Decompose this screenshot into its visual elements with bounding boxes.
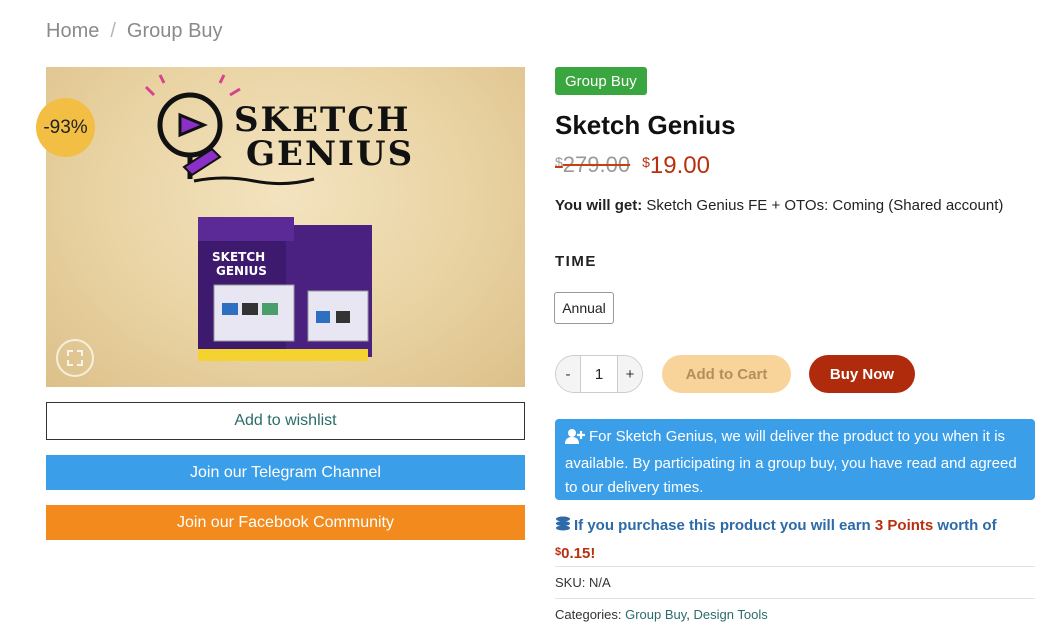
category-link-design-tools[interactable]: Design Tools	[694, 607, 768, 622]
delivery-notice: For Sketch Genius, we will deliver the p…	[555, 419, 1035, 500]
points-reward: If you purchase this product you will ea…	[555, 513, 1025, 567]
box-label-1: SKETCH	[212, 250, 265, 264]
categories: Categories: Group Buy, Design Tools	[555, 607, 1035, 622]
sale-price: $19.00	[642, 152, 710, 180]
add-to-wishlist-button[interactable]: Add to wishlist	[46, 402, 525, 440]
sale-price-currency: $	[642, 154, 650, 170]
sku-value: N/A	[588, 575, 611, 590]
user-plus-icon	[565, 428, 585, 452]
delivery-notice-text: For Sketch Genius, we will deliver the p…	[565, 428, 1017, 496]
coins-icon	[555, 515, 571, 541]
sku-label: SKU:	[555, 575, 586, 590]
old-price: $279.00	[555, 152, 630, 178]
breadcrumb-separator: /	[110, 20, 116, 42]
sale-badge: -93%	[36, 98, 95, 157]
points-middle: worth of	[937, 517, 997, 534]
quantity-increase-button[interactable]: +	[618, 356, 642, 392]
breadcrumb: Home / Group Buy	[46, 20, 223, 43]
sku: SKU: N/A	[555, 575, 1035, 590]
old-price-value: 279.00	[562, 152, 631, 177]
product-image[interactable]: SKETCH GENIUS SKETCH GENIUS	[46, 67, 525, 387]
old-price-currency: $	[555, 154, 563, 170]
breadcrumb-current-link[interactable]: Group Buy	[127, 20, 223, 42]
points-prefix: If you purchase this product you will ea…	[574, 517, 871, 534]
product-title: Sketch Genius	[555, 110, 736, 140]
points-suffix: !	[590, 545, 596, 562]
points-value: 3 Points	[874, 517, 934, 534]
categories-label: Categories:	[555, 607, 622, 622]
buy-now-button[interactable]: Buy Now	[809, 355, 915, 393]
add-to-cart-button[interactable]: Add to Cart	[662, 355, 791, 393]
you-will-get-value: Sketch Genius FE + OTOs: Coming (Shared …	[646, 197, 1004, 214]
meta-divider	[555, 598, 1035, 599]
zoom-expand-icon[interactable]	[56, 339, 94, 377]
category-link-group-buy[interactable]: Group Buy	[625, 607, 686, 622]
you-will-get: You will get: Sketch Genius FE + OTOs: C…	[555, 197, 1003, 214]
quantity-stepper: - 1 +	[555, 355, 643, 393]
you-will-get-label: You will get:	[555, 197, 643, 214]
category-badge[interactable]: Group Buy	[555, 67, 647, 95]
quantity-decrease-button[interactable]: -	[556, 356, 580, 392]
join-telegram-button[interactable]: Join our Telegram Channel	[46, 455, 525, 490]
artwork-title-line2: GENIUS	[246, 134, 414, 174]
join-facebook-button[interactable]: Join our Facebook Community	[46, 505, 525, 540]
price-row: $279.00 $19.00	[555, 152, 710, 180]
category-separator: ,	[686, 607, 690, 622]
variation-option-annual[interactable]: Annual	[554, 292, 614, 324]
product-artwork: SKETCH GENIUS SKETCH GENIUS	[144, 74, 414, 361]
meta-divider-top	[555, 566, 1035, 567]
sale-price-value: 19.00	[649, 152, 710, 179]
breadcrumb-home-link[interactable]: Home	[46, 20, 99, 42]
variation-label: TIME	[555, 253, 597, 270]
points-currency: $	[555, 546, 562, 558]
points-amount: 0.15	[561, 545, 591, 562]
box-label-2: GENIUS	[216, 264, 267, 278]
quantity-input[interactable]: 1	[580, 356, 618, 392]
